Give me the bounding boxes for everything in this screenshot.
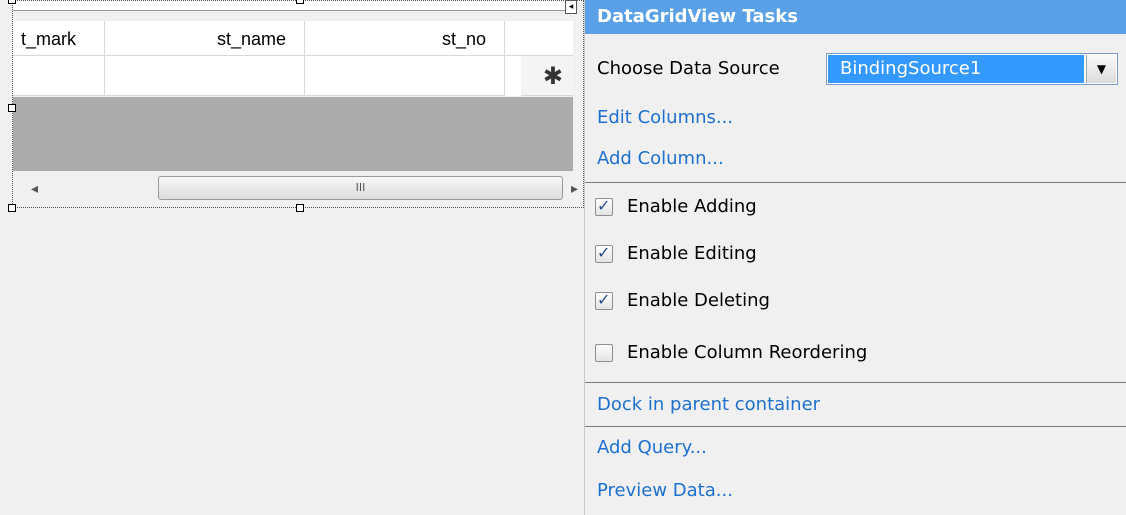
resize-handle-bottom[interactable] <box>296 204 304 212</box>
check-icon: ✓ <box>597 196 611 215</box>
grid-top-strip <box>13 1 567 11</box>
cell-st-name[interactable] <box>105 56 305 96</box>
dock-in-parent-container-link[interactable]: Dock in parent container <box>597 394 820 415</box>
check-icon: ✓ <box>597 290 611 309</box>
enable-editing-checkbox[interactable]: ✓ <box>595 243 613 263</box>
enable-column-reordering-checkbox[interactable] <box>595 344 613 362</box>
resize-handle-bottom-left[interactable] <box>8 204 16 212</box>
smart-tag-arrow-icon: ◂ <box>568 2 574 12</box>
enable-editing-label[interactable]: Enable Editing <box>627 243 757 264</box>
enable-adding-checkbox[interactable]: ✓ <box>595 196 613 216</box>
enable-adding-label[interactable]: Enable Adding <box>627 196 757 217</box>
enable-deleting-checkbox[interactable]: ✓ <box>595 290 613 310</box>
data-source-combobox[interactable]: BindingSource1 ▼ <box>826 53 1118 85</box>
add-column-link[interactable]: Add Column... <box>597 148 724 169</box>
new-row[interactable]: ✱ <box>13 56 573 96</box>
resize-handle-top-left[interactable] <box>8 0 16 4</box>
enable-column-reordering-label[interactable]: Enable Column Reordering <box>627 342 867 363</box>
divider <box>585 382 1126 383</box>
data-source-value[interactable]: BindingSource1 <box>828 55 1084 83</box>
scroll-thumb[interactable]: III <box>158 176 563 200</box>
datagridview-designer[interactable]: t_mark st_name st_no ✱ ◂ III ▸ <box>12 0 584 208</box>
smart-tag-button[interactable]: ◂ <box>565 0 577 14</box>
column-header-st-no[interactable]: st_no <box>305 21 505 55</box>
enable-deleting-label[interactable]: Enable Deleting <box>627 290 770 311</box>
new-row-star-icon: ✱ <box>542 62 563 90</box>
scroll-right-icon[interactable]: ▸ <box>571 181 578 197</box>
panel-title: DataGridView Tasks <box>585 0 1126 34</box>
new-row-header[interactable]: ✱ <box>521 56 573 96</box>
column-header-st-name[interactable]: st_name <box>105 21 305 55</box>
add-query-link[interactable]: Add Query... <box>597 437 707 458</box>
scroll-grip-icon: III <box>355 181 366 194</box>
horizontal-scrollbar[interactable]: ◂ III ▸ <box>13 171 578 205</box>
column-header-row: t_mark st_name st_no <box>13 21 573 56</box>
dropdown-arrow-icon[interactable]: ▼ <box>1086 55 1116 83</box>
grid-empty-area <box>13 97 573 171</box>
resize-handle-left[interactable] <box>8 104 16 112</box>
scroll-left-icon[interactable]: ◂ <box>31 181 38 197</box>
cell-st-no[interactable] <box>305 56 505 96</box>
check-icon: ✓ <box>597 243 611 262</box>
divider <box>585 426 1126 427</box>
column-header-t-mark[interactable]: t_mark <box>13 21 105 55</box>
edit-columns-link[interactable]: Edit Columns... <box>597 107 733 128</box>
data-source-label: Choose Data Source <box>597 58 780 79</box>
resize-handle-top[interactable] <box>296 0 304 4</box>
divider <box>585 182 1126 183</box>
datagridview-tasks-panel: DataGridView Tasks Choose Data Source Bi… <box>584 0 1126 515</box>
cell-t-mark[interactable] <box>13 56 105 96</box>
preview-data-link[interactable]: Preview Data... <box>597 480 733 501</box>
